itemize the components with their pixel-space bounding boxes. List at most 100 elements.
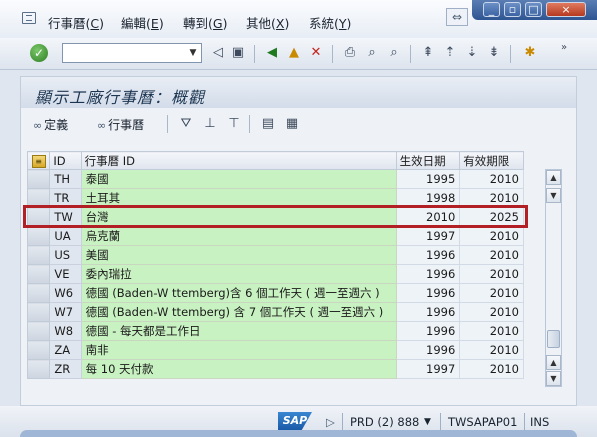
select-all-column[interactable]: ≡	[26, 151, 51, 170]
system-info[interactable]: PRD (2) 888	[350, 415, 419, 429]
table-row[interactable]: UA 烏克蘭 1997 2010	[26, 226, 524, 246]
cell-name: 德國 - 每天都是工作日	[80, 321, 397, 341]
calendar-button[interactable]: ∞ 行事曆	[97, 116, 144, 133]
menu-calendar[interactable]: 行事曆(C)	[48, 13, 104, 32]
row-selector[interactable]	[26, 302, 51, 322]
column-header-valid-to[interactable]: 有效期限	[459, 151, 524, 170]
scroll-down-icon[interactable]: ▼	[546, 188, 561, 203]
layout-menu-icon[interactable]: ✱	[522, 45, 538, 61]
more-icon[interactable]: »	[556, 40, 572, 56]
status-divider	[524, 413, 525, 430]
column-header-id[interactable]: ID	[49, 151, 82, 170]
menu-goto[interactable]: 轉到(G)	[183, 13, 227, 32]
close-window-icon[interactable]: ×	[546, 2, 586, 17]
last-page-icon[interactable]: ⇟	[486, 45, 502, 61]
row-selector[interactable]	[26, 264, 51, 284]
cell-id: ZR	[49, 359, 82, 379]
application-toolbar: ∞ 定義 ∞ 行事曆 ⛛ ⊥ ⊤ ▤ ▦	[20, 108, 577, 140]
insert-mode: INS	[530, 415, 550, 429]
save-icon[interactable]: ▣	[230, 45, 246, 61]
cell-valid-to: 2010	[459, 226, 524, 246]
menu-edit[interactable]: 編輯(E)	[121, 13, 164, 32]
details-icon[interactable]: ▤	[259, 115, 277, 133]
scroll-up-icon[interactable]: ▲	[546, 170, 561, 185]
menu-system[interactable]: 系統(Y)	[309, 13, 351, 32]
table-header-row: ≡ ID 行事曆 ID 生效日期 有效期限	[26, 151, 524, 170]
window-menu-icon[interactable]	[22, 12, 36, 24]
row-selector[interactable]	[26, 245, 51, 265]
restore-icon[interactable]: ▫	[504, 2, 521, 17]
glasses-icon: ∞	[33, 119, 43, 132]
back-triangle-icon[interactable]: ◁	[210, 45, 226, 61]
sort-ascending-icon[interactable]: ⊥	[201, 115, 219, 133]
scrollbar-thumb[interactable]	[547, 330, 560, 348]
chevron-down-icon[interactable]: ▼	[424, 417, 431, 427]
definition-button[interactable]: ∞ 定義	[33, 116, 68, 133]
status-divider	[342, 413, 343, 430]
table-row[interactable]: TW 台灣 2010 2025	[26, 207, 524, 227]
cell-name: 德國 (Baden-W ttemberg) 含 7 個工作天 ( 週一至週六 )	[80, 302, 397, 322]
first-page-icon[interactable]: ⇞	[420, 45, 436, 61]
column-settings-icon[interactable]: ≡	[31, 155, 46, 168]
table-row[interactable]: W7 德國 (Baden-W ttemberg) 含 7 個工作天 ( 週一至週…	[26, 302, 524, 322]
table-row[interactable]: TH 泰國 1995 2010	[26, 169, 524, 189]
cell-valid-to: 2010	[459, 359, 524, 379]
cell-valid-from: 1996	[395, 340, 461, 360]
cell-id: TH	[49, 169, 82, 189]
enter-icon[interactable]: ✓	[30, 44, 48, 62]
back-icon[interactable]: ◀	[264, 45, 280, 61]
status-arrow-icon[interactable]: ▷	[326, 415, 335, 429]
screen-title-bar: 顯示工廠行事曆：概觀	[20, 76, 577, 108]
chevron-down-icon[interactable]: ▼	[185, 44, 201, 62]
row-selector[interactable]	[26, 359, 51, 379]
find-icon[interactable]: ⌕	[364, 45, 380, 61]
glasses-icon: ∞	[97, 119, 107, 132]
previous-page-icon[interactable]: ⇡	[442, 45, 458, 61]
table-row[interactable]: ZA 南非 1996 2010	[26, 340, 524, 360]
find-next-icon[interactable]: ⌕	[386, 45, 402, 61]
row-selector[interactable]	[26, 207, 51, 227]
vertical-scrollbar[interactable]: ▲ ▼ ▲ ▼	[545, 169, 562, 387]
menu-extras[interactable]: 其他(X)	[246, 13, 289, 32]
cell-valid-to: 2010	[459, 245, 524, 265]
cell-valid-from: 1995	[395, 169, 461, 189]
row-selector[interactable]	[26, 283, 51, 303]
page-title: 顯示工廠行事曆：概觀	[35, 88, 206, 107]
column-header-calendar-id[interactable]: 行事曆 ID	[80, 151, 397, 170]
standard-toolbar: ✓ ▼ ◁ ▣ ◀ ▲ ✕ ⎙ ⌕ ⌕ ⇞ ⇡ ⇣ ⇟ ✱ »	[0, 38, 597, 70]
filter-icon[interactable]: ⛛	[177, 115, 195, 133]
next-page-icon[interactable]: ⇣	[464, 45, 480, 61]
row-selector[interactable]	[26, 340, 51, 360]
scroll-up-icon[interactable]: ▲	[546, 355, 561, 370]
toolbar-divider	[249, 115, 250, 133]
table-row[interactable]: W8 德國 - 每天都是工作日 1996 2010	[26, 321, 524, 341]
cell-id: TR	[49, 188, 82, 208]
cancel-icon[interactable]: ✕	[308, 45, 324, 61]
cell-id: US	[49, 245, 82, 265]
status-divider	[440, 413, 441, 430]
exit-icon[interactable]: ▲	[286, 45, 302, 61]
row-selector[interactable]	[26, 321, 51, 341]
print-icon[interactable]: ⎙	[342, 45, 358, 61]
table-row[interactable]: US 美國 1996 2010	[26, 245, 524, 265]
row-selector[interactable]	[26, 169, 51, 189]
table-row[interactable]: ZR 每 10 天付款 1997 2010	[26, 359, 524, 379]
minimize-icon[interactable]: _	[483, 2, 500, 17]
cell-valid-to: 2010	[459, 302, 524, 322]
cell-id: VE	[49, 264, 82, 284]
cell-name: 南非	[80, 340, 397, 360]
customize-layout-icon[interactable]: ⇔	[446, 8, 468, 26]
menu-bar: 行事曆(C) 編輯(E) 轉到(G) 其他(X) 系統(Y) ⇔ _ ▫ □ ×	[0, 0, 597, 38]
scroll-down-icon[interactable]: ▼	[546, 371, 561, 386]
cell-name: 烏克蘭	[80, 226, 397, 246]
column-header-valid-from[interactable]: 生效日期	[395, 151, 461, 170]
sort-descending-icon[interactable]: ⊤	[225, 115, 243, 133]
table-row[interactable]: VE 委內瑞拉 1996 2010	[26, 264, 524, 284]
maximize-icon[interactable]: □	[525, 2, 542, 17]
row-selector[interactable]	[26, 188, 51, 208]
row-selector[interactable]	[26, 226, 51, 246]
table-row[interactable]: TR 土耳其 1998 2010	[26, 188, 524, 208]
export-icon[interactable]: ▦	[283, 115, 301, 133]
table-row[interactable]: W6 德國 (Baden-W ttemberg)含 6 個工作天 ( 週一至週六…	[26, 283, 524, 303]
command-field[interactable]: ▼	[62, 43, 202, 63]
